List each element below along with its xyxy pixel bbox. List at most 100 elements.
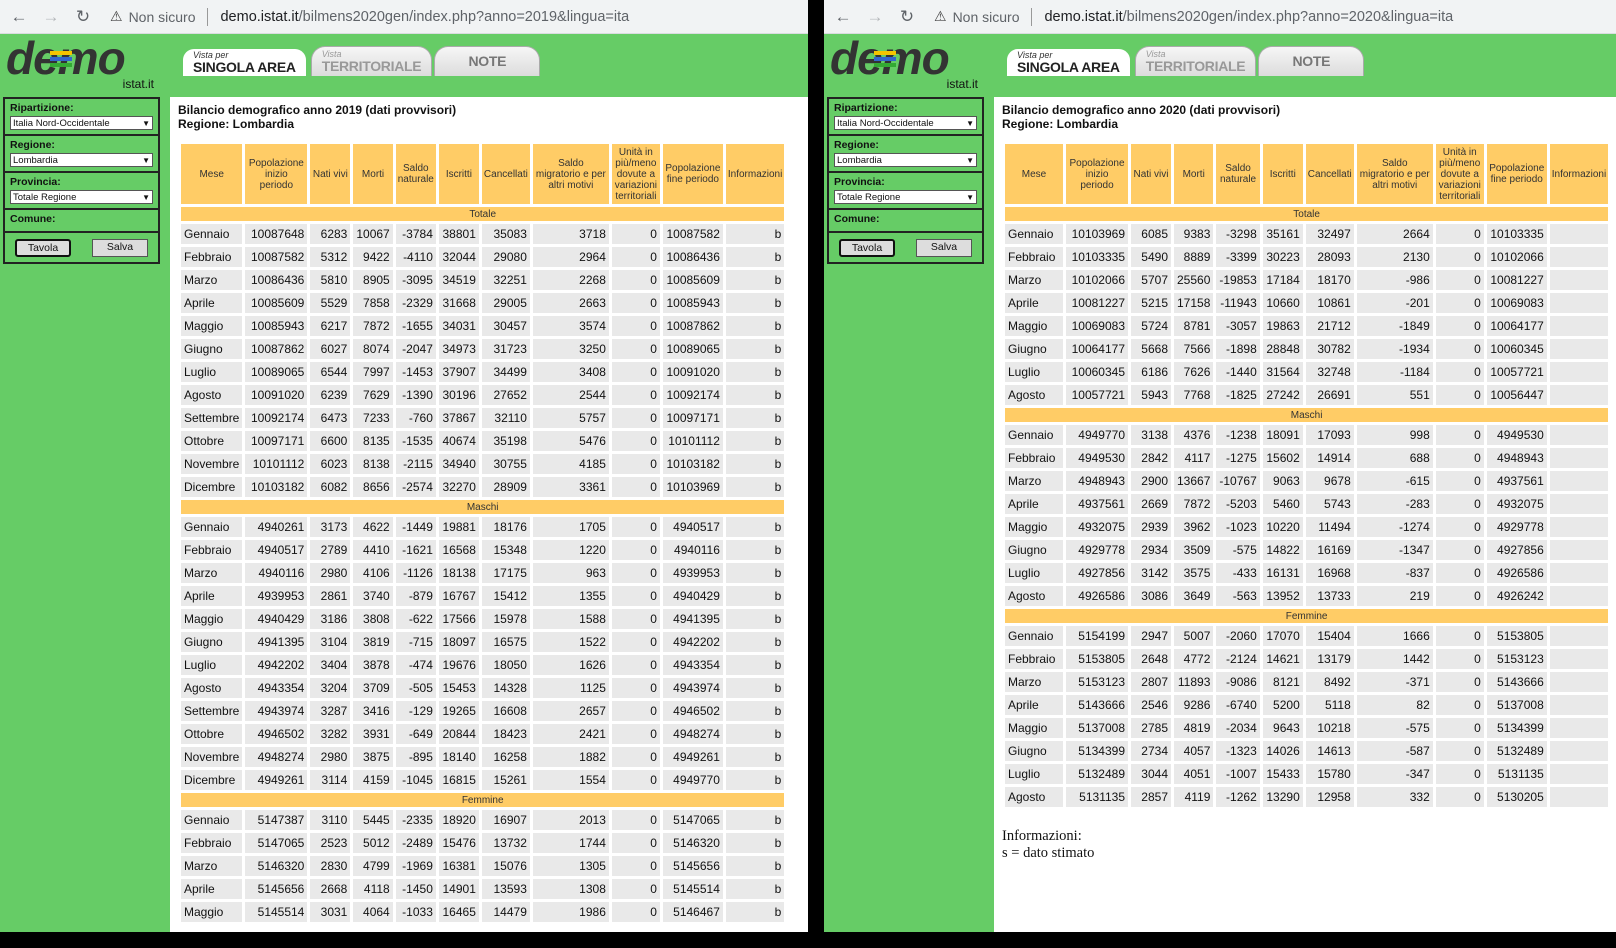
- salva-button[interactable]: Salva: [916, 239, 972, 257]
- table-cell: 4926586: [1066, 586, 1128, 606]
- back-arrow-icon[interactable]: ←: [832, 6, 854, 28]
- table-cell: 5137008: [1486, 695, 1547, 715]
- table-cell: 2013: [532, 810, 609, 830]
- tab-note[interactable]: NOTE: [1258, 46, 1365, 76]
- warning-triangle-icon: ⚠: [934, 8, 947, 24]
- table-cell: 5132489: [1066, 764, 1128, 784]
- table-cell: 2546: [1131, 695, 1171, 715]
- table-cell: 8138: [353, 454, 393, 474]
- filter-sidebar: Ripartizione: Italia Nord-Occidentale ▼ R…: [827, 97, 984, 264]
- table-cell: 5134399: [1486, 718, 1547, 738]
- table-cell: -575: [1356, 718, 1433, 738]
- table-cell: 5153123: [1486, 649, 1547, 669]
- table-cell: 551: [1356, 385, 1433, 405]
- security-indicator[interactable]: ⚠ Non sicuro: [934, 8, 1019, 25]
- info-notes: [170, 925, 808, 932]
- table-cell: 5312: [310, 247, 351, 267]
- regione-select[interactable]: Lombardia ▼: [10, 153, 153, 167]
- table-cell: 4799: [353, 856, 393, 876]
- table-row: Marzo 10086436 5810 8905 -3095 34519 32251 2268…: [181, 270, 785, 290]
- demo-istat-logo[interactable]: demo istat.it: [6, 32, 156, 91]
- table-cell: 5134399: [1066, 741, 1128, 761]
- tavola-button[interactable]: Tavola: [839, 239, 895, 257]
- table-cell: 17070: [1262, 626, 1303, 646]
- table-cell: b: [725, 856, 785, 876]
- table-cell: 1588: [532, 609, 609, 629]
- table-cell: 15261: [481, 770, 530, 790]
- tab-singola-area[interactable]: Vista per SINGOLA AREA: [1004, 46, 1133, 76]
- back-arrow-icon[interactable]: ←: [8, 6, 30, 28]
- table-cell: 0: [1435, 339, 1484, 359]
- table-cell: -2060: [1216, 626, 1260, 646]
- table-cell: -347: [1356, 764, 1433, 784]
- table-row: Marzo 5146320 2830 4799 -1969 16381 15076 1305 0…: [181, 856, 785, 876]
- salva-button[interactable]: Salva: [92, 239, 148, 257]
- table-cell: 10057721: [1486, 362, 1547, 382]
- table-cell: 8656: [353, 477, 393, 497]
- table-cell: 9063: [1262, 471, 1303, 491]
- month-cell: Dicembre: [181, 770, 243, 790]
- tab-territoriale[interactable]: Vista TERRITORIALE: [310, 46, 433, 76]
- section-label: Femmine: [181, 793, 785, 807]
- table-cell: 1626: [532, 655, 609, 675]
- ripartizione-select[interactable]: Italia Nord-Occidentale ▼: [10, 116, 153, 130]
- address-bar[interactable]: demo.istat.it/bilmens2020gen/index.php?a…: [1044, 9, 1453, 25]
- table-cell: [1549, 270, 1609, 290]
- section-row: Femmine: [181, 793, 785, 807]
- chevron-down-icon: ▼: [142, 192, 150, 202]
- address-bar[interactable]: demo.istat.it/bilmens2020gen/index.php?a…: [220, 9, 629, 25]
- table-cell: 0: [611, 879, 660, 899]
- browser-window-2020: ← → ↻ ⚠ Non sicuro demo.istat.it/bilmens…: [824, 0, 1616, 932]
- address-separator: [207, 7, 209, 26]
- table-cell: -1898: [1216, 339, 1260, 359]
- table-cell: -6740: [1216, 695, 1260, 715]
- table-row: Agosto 4926586 3086 3649 -563 13952 13733 219 0 4…: [1005, 586, 1609, 606]
- month-cell: Maggio: [181, 902, 243, 922]
- reload-icon[interactable]: ↻: [896, 6, 918, 28]
- table-cell: 10861: [1305, 293, 1354, 313]
- forward-arrow-icon[interactable]: →: [40, 6, 62, 28]
- table-cell: 10087648: [245, 224, 308, 244]
- table-row: Giugno 4941395 3104 3819 -715 18097 16575 1522 0…: [181, 632, 785, 652]
- table-cell: 7566: [1174, 339, 1214, 359]
- tab-singola-area[interactable]: Vista per SINGOLA AREA: [180, 46, 309, 76]
- table-cell: 34519: [438, 270, 479, 290]
- table-cell: 0: [611, 293, 660, 313]
- table-cell: 5154199: [1066, 626, 1128, 646]
- table-cell: b: [725, 270, 785, 290]
- table-cell: 0: [1435, 649, 1484, 669]
- reload-icon[interactable]: ↻: [72, 6, 94, 28]
- table-cell: 32251: [481, 270, 530, 290]
- column-header: Saldo naturale: [395, 144, 436, 204]
- table-cell: 0: [611, 810, 660, 830]
- section-row: Totale: [1005, 207, 1609, 221]
- forward-arrow-icon[interactable]: →: [864, 6, 886, 28]
- table-cell: 0: [1435, 293, 1484, 313]
- table-cell: b: [725, 224, 785, 244]
- tab-note[interactable]: NOTE: [434, 46, 541, 76]
- table-cell: 3173: [310, 517, 351, 537]
- table-cell: 16258: [481, 747, 530, 767]
- table-cell: b: [725, 747, 785, 767]
- tab-territoriale[interactable]: Vista TERRITORIALE: [1134, 46, 1257, 76]
- tavola-button[interactable]: Tavola: [15, 239, 71, 257]
- column-header: Popolazione fine periodo: [662, 144, 723, 204]
- regione-select[interactable]: Lombardia ▼: [834, 153, 977, 167]
- table-cell: -1655: [395, 316, 436, 336]
- month-cell: Febbraio: [181, 540, 243, 560]
- provincia-select[interactable]: Totale Regione ▼: [834, 190, 977, 204]
- table-cell: [1549, 672, 1609, 692]
- ripartizione-select[interactable]: Italia Nord-Occidentale ▼: [834, 116, 977, 130]
- table-cell: 2268: [532, 270, 609, 290]
- table-cell: 1355: [532, 586, 609, 606]
- table-cell: 4927856: [1066, 563, 1128, 583]
- table-cell: -1184: [1356, 362, 1433, 382]
- table-cell: [1549, 425, 1609, 445]
- demo-istat-logo[interactable]: demo istat.it: [830, 32, 980, 91]
- provincia-select[interactable]: Totale Regione ▼: [10, 190, 153, 204]
- security-indicator[interactable]: ⚠ Non sicuro: [110, 8, 195, 25]
- comune-label: Comune:: [834, 213, 880, 225]
- table-cell: 5137008: [1066, 718, 1128, 738]
- table-cell: 17566: [438, 609, 479, 629]
- table-cell: -986: [1356, 270, 1433, 290]
